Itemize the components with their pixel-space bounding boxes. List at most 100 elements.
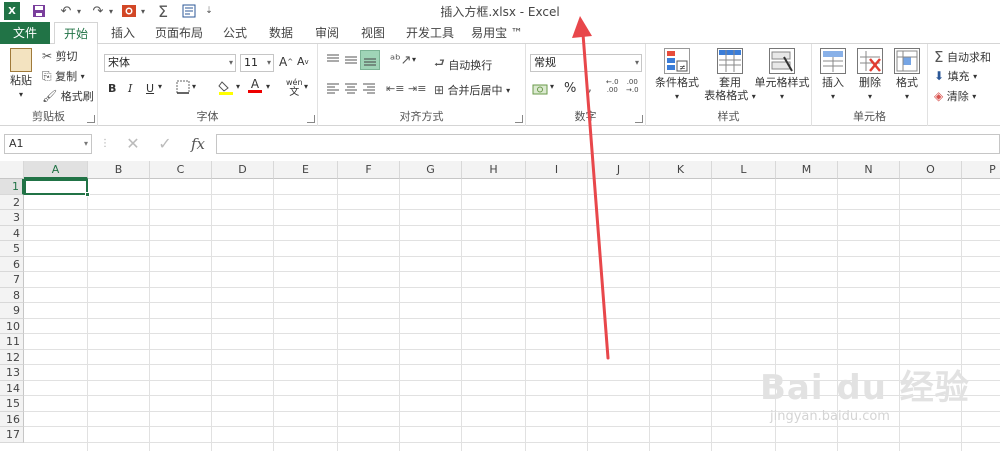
alignment-launcher-icon[interactable] [515,115,523,123]
percent-button[interactable]: % [564,81,576,96]
tab-data[interactable]: 数据 [262,22,300,44]
row-header[interactable]: 3 [0,210,24,226]
decrease-font-icon[interactable]: Av [297,55,309,68]
column-header[interactable]: N [838,161,900,179]
row-header[interactable]: 9 [0,303,24,319]
fill-button[interactable]: ⬇ 填充 ▾ [934,68,977,84]
align-right-icon[interactable] [362,82,376,94]
tab-file[interactable]: 文件 [0,22,50,44]
row-header[interactable]: 15 [0,396,24,412]
decrease-decimal-icon[interactable]: .00 →.0 [626,78,639,94]
enter-icon[interactable]: ✓ [152,134,178,154]
select-all-corner[interactable] [0,161,24,179]
tab-developer[interactable]: 开发工具 [402,22,458,44]
row-header[interactable]: 1 [0,179,24,195]
border-dropdown-icon[interactable]: ▾ [192,82,196,91]
name-box[interactable]: A1 ▾ [4,134,92,154]
phonetic-dropdown-icon[interactable]: ▾ [304,82,308,91]
currency-icon[interactable] [532,82,548,96]
row-header[interactable]: 8 [0,287,24,303]
underline-dropdown-icon[interactable]: ▾ [158,82,162,91]
row-header[interactable]: 5 [0,241,24,257]
row-header[interactable]: 13 [0,365,24,381]
align-bottom-icon[interactable] [360,50,380,70]
font-launcher-icon[interactable] [307,115,315,123]
underline-button[interactable]: U [146,82,154,95]
fill-color-dropdown-icon[interactable]: ▾ [236,82,240,91]
cancel-icon[interactable]: ✕ [120,134,146,154]
cut-button[interactable]: ✂ 剪切 [42,48,78,64]
column-header[interactable]: P [962,161,1000,179]
italic-button[interactable]: I [128,82,132,95]
column-header[interactable]: O [900,161,962,179]
format-painter-button[interactable]: 🖌 格式刷 [42,88,94,104]
column-header[interactable]: L [712,161,776,179]
autosum-button[interactable]: Σ 自动求和 [934,48,991,66]
align-middle-icon[interactable] [344,54,358,66]
row-header[interactable]: 10 [0,318,24,334]
insert-function-icon[interactable]: fx [184,134,212,154]
font-size-select[interactable]: 11 ▾ [240,54,274,72]
font-name-select[interactable]: 宋体 ▾ [104,54,236,72]
decrease-indent-icon[interactable]: ⇤≡ [386,82,404,95]
number-format-select[interactable]: 常规 ▾ [530,54,642,72]
font-color-icon[interactable]: A [248,78,262,93]
phonetic-icon[interactable]: wén 文 [286,78,303,98]
increase-decimal-icon[interactable]: ←.0.00 [606,78,619,94]
tab-page-layout[interactable]: 页面布局 [150,22,208,44]
selected-cell[interactable] [24,179,90,197]
row-header[interactable]: 11 [0,334,24,350]
formula-input[interactable] [216,134,1000,154]
column-header[interactable]: K [650,161,712,179]
column-header[interactable]: H [462,161,526,179]
font-color-dropdown-icon[interactable]: ▾ [266,82,270,91]
tab-formulas[interactable]: 公式 [216,22,254,44]
row-header[interactable]: 2 [0,194,24,210]
align-left-icon[interactable] [326,82,340,94]
column-header[interactable]: I [526,161,588,179]
border-icon[interactable] [176,80,190,94]
format-cells-button[interactable]: 格式 ▾ [890,48,924,103]
column-header[interactable]: B [88,161,150,179]
orientation-icon[interactable]: ᵃᵇ↗ [390,53,412,68]
increase-font-icon[interactable]: A ^ [279,55,293,69]
column-header[interactable]: J [588,161,650,179]
clear-button[interactable]: ◈ 清除 ▾ [934,88,976,104]
column-header[interactable]: F [338,161,400,179]
fill-handle[interactable] [85,192,90,197]
wrap-text-button[interactable]: ⮐ 自动换行 [434,54,492,75]
row-header[interactable]: 12 [0,349,24,365]
clipboard-launcher-icon[interactable] [87,115,95,123]
column-header[interactable]: G [400,161,462,179]
column-header[interactable]: E [274,161,338,179]
paste-button[interactable]: 粘贴 ▾ [6,48,36,101]
conditional-format-button[interactable]: ≠ 条件格式 ▾ [650,48,704,103]
delete-cells-button[interactable]: 删除 ▾ [852,48,888,103]
bold-button[interactable]: B [108,82,116,95]
column-header[interactable]: M [776,161,838,179]
align-center-icon[interactable] [344,82,358,94]
row-header[interactable]: 4 [0,225,24,241]
copy-button[interactable]: ⎘ 复制 ▾ [42,68,85,84]
row-header[interactable]: 14 [0,380,24,396]
column-header[interactable]: A [24,161,88,179]
row-header[interactable]: 6 [0,256,24,272]
merge-center-button[interactable]: ⊞ 合并后居中 ▾ [434,82,510,98]
fill-color-icon[interactable] [218,79,234,95]
tab-review[interactable]: 审阅 [308,22,346,44]
orientation-dropdown-icon[interactable]: ▾ [412,55,416,64]
currency-dropdown-icon[interactable]: ▾ [550,82,554,91]
align-top-icon[interactable] [326,54,340,66]
row-header[interactable]: 7 [0,272,24,288]
cell-styles-button[interactable]: 单元格样式 ▾ [752,48,812,103]
row-header[interactable]: 16 [0,411,24,427]
format-as-table-button[interactable]: 套用 表格格式 ▾ [704,48,756,103]
column-header[interactable]: C [150,161,212,179]
tab-insert[interactable]: 插入 [104,22,142,44]
tab-view[interactable]: 视图 [354,22,392,44]
column-header[interactable]: D [212,161,274,179]
row-header[interactable]: 17 [0,427,24,443]
tab-home[interactable]: 开始 [54,22,98,45]
insert-cells-button[interactable]: 插入 ▾ [816,48,850,103]
increase-indent-icon[interactable]: ⇥≡ [408,82,426,95]
